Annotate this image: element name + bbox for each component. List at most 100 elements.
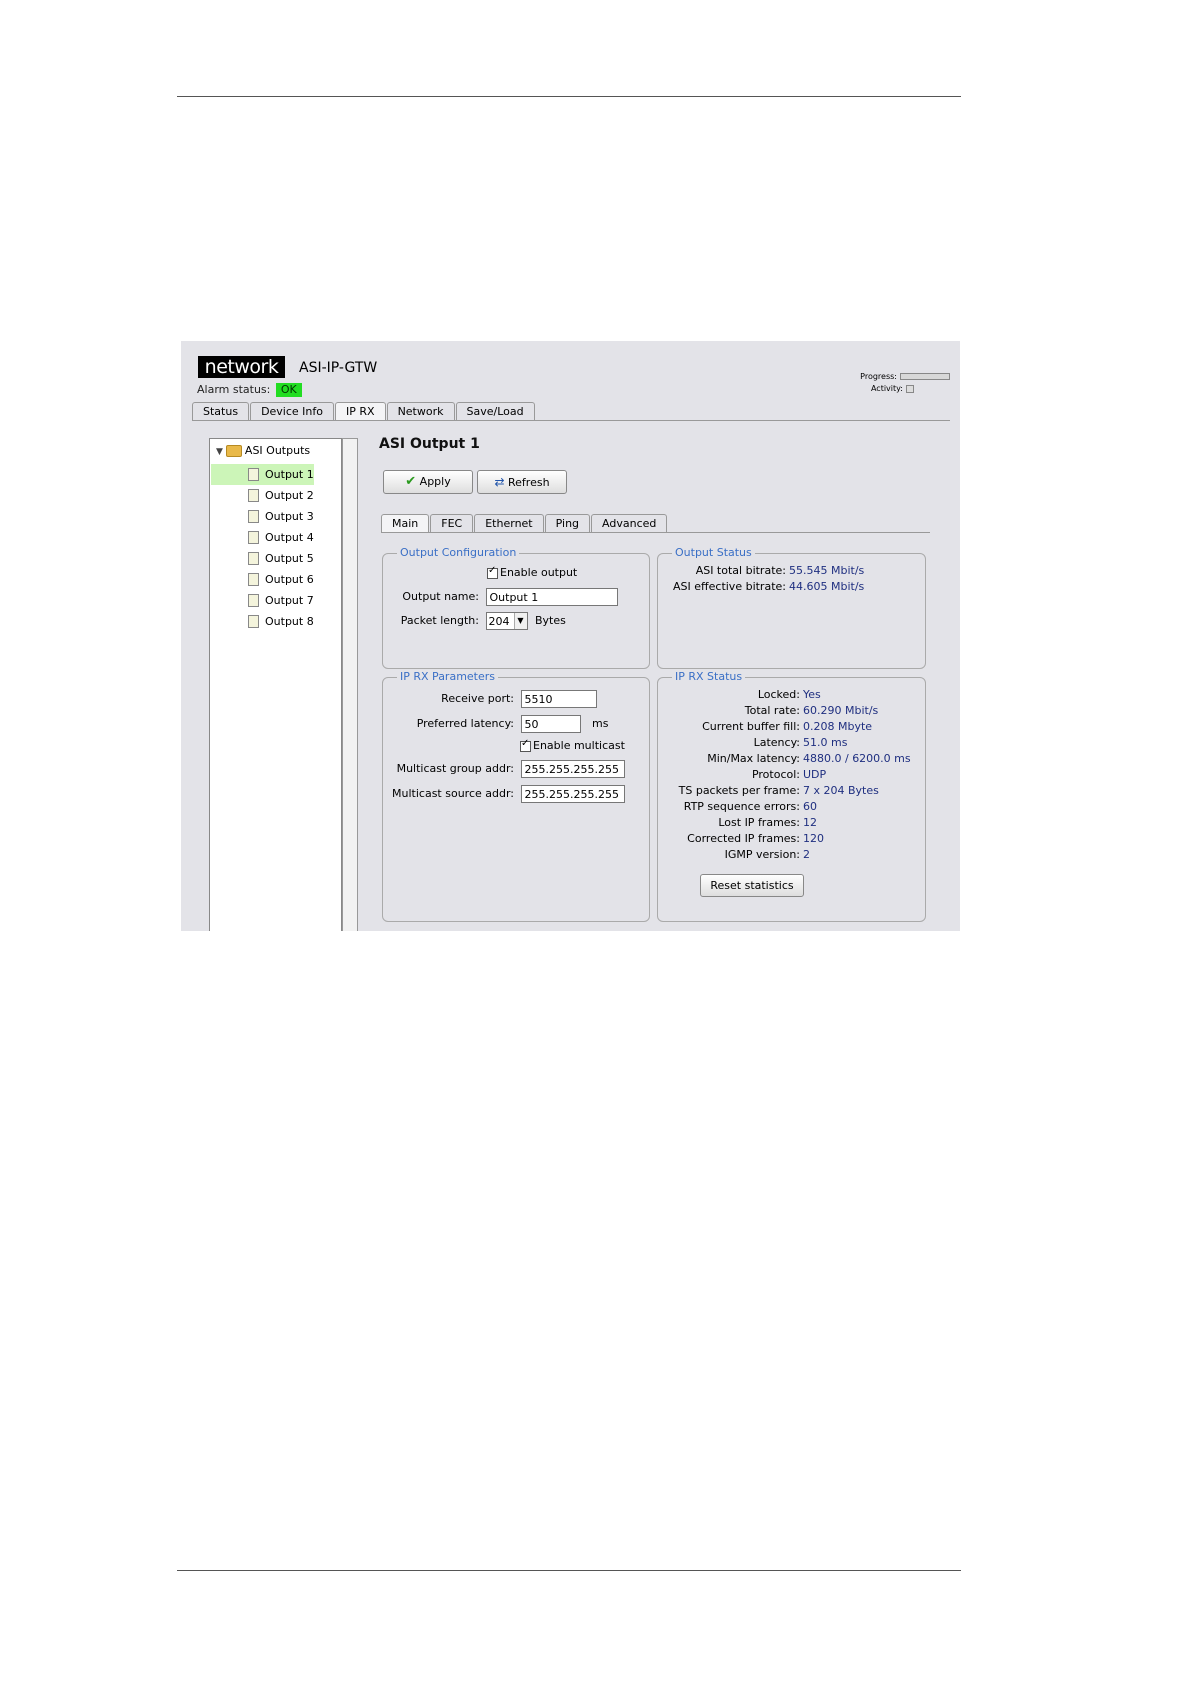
stat-value: 51.0 ms <box>803 736 848 749</box>
activity-label: Activity: <box>870 384 903 393</box>
tab-main[interactable]: Main <box>381 514 430 533</box>
packet-length-select[interactable]: 204 ▼ <box>485 612 528 630</box>
enable-output-checkbox[interactable] <box>487 565 498 579</box>
tree-item-output-8[interactable]: Output 8 <box>211 611 340 632</box>
tree-item-output-4[interactable]: Output 4 <box>211 527 340 548</box>
stat-label: IGMP version: <box>724 848 800 861</box>
tree-item-output-6[interactable]: Output 6 <box>211 569 340 590</box>
tree-scrollbar[interactable] <box>342 438 358 931</box>
tab-device-info[interactable]: Device Info <box>250 402 334 420</box>
stat-label: RTP sequence errors: <box>683 800 800 813</box>
stat-label: Current buffer fill: <box>702 720 800 733</box>
document-icon <box>248 510 259 523</box>
tree-items: Output 1 Output 2 Output 3 Output 4 Outp… <box>211 464 340 632</box>
multicast-source-field[interactable]: 255.255.255.255 <box>520 785 625 803</box>
packet-length-unit: Bytes <box>535 614 566 627</box>
tree-root[interactable]: ▼ ASI Outputs <box>216 444 310 457</box>
tab-ip-rx[interactable]: IP RX <box>335 402 386 421</box>
tree-item-output-3[interactable]: Output 3 <box>211 506 340 527</box>
document-icon <box>248 468 259 481</box>
tab-advanced[interactable]: Advanced <box>591 514 668 532</box>
stat-label: Total rate: <box>744 704 800 717</box>
alarm-badge: OK <box>275 383 302 397</box>
document-icon <box>248 489 259 502</box>
document-icon <box>248 594 259 607</box>
stat-label: Latency: <box>753 736 800 749</box>
document-icon <box>248 573 259 586</box>
tree-item-output-5[interactable]: Output 5 <box>211 548 340 569</box>
multicast-group-field[interactable]: 255.255.255.255 <box>520 760 625 778</box>
enable-multicast-row: Enable multicast <box>520 738 625 752</box>
latency-unit: ms <box>592 717 609 730</box>
tree-item-label: Output 1 <box>265 468 314 481</box>
refresh-button[interactable]: ⇄ Refresh <box>477 470 567 494</box>
indicators: Progress: Activity: <box>860 371 950 395</box>
multicast-group-row: Multicast group addr: 255.255.255.255 <box>383 760 625 778</box>
preferred-latency-field[interactable]: 50 <box>520 715 581 733</box>
stat-label: Min/Max latency: <box>707 752 800 765</box>
web-ui-screenshot: network ASI-IP-GTW Alarm status: OK Prog… <box>181 341 960 931</box>
sub-tabs: Main FEC Ethernet Ping Advanced <box>381 514 668 533</box>
packet-length-row: Packet length: 204 ▼ Bytes <box>383 612 566 630</box>
tab-status[interactable]: Status <box>192 402 250 420</box>
tree-item-label: Output 6 <box>265 573 314 586</box>
tree-item-label: Output 3 <box>265 510 314 523</box>
tree-item-output-7[interactable]: Output 7 <box>211 590 340 611</box>
progress-bar <box>900 373 950 380</box>
tab-ping[interactable]: Ping <box>544 514 591 532</box>
stat-value: 60 <box>803 800 817 813</box>
stat-value: 12 <box>803 816 817 829</box>
preferred-latency-label: Preferred latency: <box>416 717 514 730</box>
tab-ethernet[interactable]: Ethernet <box>474 514 544 532</box>
tree-item-output-2[interactable]: Output 2 <box>211 485 340 506</box>
output-tree: ▼ ASI Outputs Output 1 Output 2 Output 3 … <box>209 438 342 931</box>
ip-rx-status-group: IP RX Status Locked: Yes Total rate: 60.29… <box>657 670 926 922</box>
stat-value: 0.208 Mbyte <box>803 720 873 733</box>
progress-label: Progress: <box>860 372 897 381</box>
brand-logo: network <box>198 356 285 378</box>
stat-value: 44.605 Mbit/s <box>789 580 865 593</box>
alarm-label: Alarm status: <box>197 383 271 396</box>
main-tabs: Status Device Info IP RX Network Save/Lo… <box>192 402 536 421</box>
packet-length-label: Packet length: <box>400 614 479 627</box>
output-status-group: Output Status ASI total bitrate: 55.545 … <box>657 546 926 669</box>
enable-output-label: Enable output <box>500 566 578 579</box>
receive-port-label: Receive port: <box>441 692 514 705</box>
tree-item-output-1[interactable]: Output 1 <box>211 464 314 485</box>
tab-save-load[interactable]: Save/Load <box>455 402 535 420</box>
multicast-source-row: Multicast source addr: 255.255.255.255 <box>383 785 625 803</box>
tree-item-label: Output 4 <box>265 531 314 544</box>
tab-network[interactable]: Network <box>386 402 455 420</box>
packet-length-value: 204 <box>488 615 510 628</box>
tab-fec[interactable]: FEC <box>430 514 474 532</box>
stat-label: Protocol: <box>751 768 800 781</box>
chevron-down-icon: ▼ <box>513 613 527 629</box>
output-name-row: Output name: Output 1 <box>383 588 618 606</box>
tree-item-label: Output 2 <box>265 489 314 502</box>
group-title: Output Configuration <box>397 546 520 559</box>
receive-port-field[interactable]: 5510 <box>520 690 597 708</box>
open-folder-icon <box>225 445 242 457</box>
document-icon <box>248 531 259 544</box>
multicast-group-label: Multicast group addr: <box>396 762 514 775</box>
stat-label: Corrected IP frames: <box>687 832 800 845</box>
checkmark-icon: ✔ <box>405 474 417 489</box>
tree-item-label: Output 5 <box>265 552 314 565</box>
group-title: IP RX Status <box>672 670 746 683</box>
reset-statistics-button[interactable]: Reset statistics <box>700 874 804 897</box>
enable-output-row: Enable output <box>487 565 578 579</box>
stat-label: ASI total bitrate: <box>695 564 786 577</box>
output-name-field[interactable]: Output 1 <box>485 588 618 606</box>
apply-button[interactable]: ✔ Apply <box>383 470 473 494</box>
page-title: ASI Output 1 <box>379 436 480 452</box>
stat-label: Locked: <box>757 688 800 701</box>
footer-rule <box>177 1570 961 1571</box>
enable-multicast-checkbox[interactable] <box>520 738 531 752</box>
refresh-label: Refresh <box>508 476 550 489</box>
alarm-status: Alarm status: OK <box>197 383 302 397</box>
document-icon <box>248 552 259 565</box>
tree-item-label: Output 7 <box>265 594 314 607</box>
expand-triangle-icon[interactable]: ▼ <box>216 447 223 457</box>
activity-led <box>906 384 914 393</box>
stat-value: UDP <box>803 768 827 781</box>
